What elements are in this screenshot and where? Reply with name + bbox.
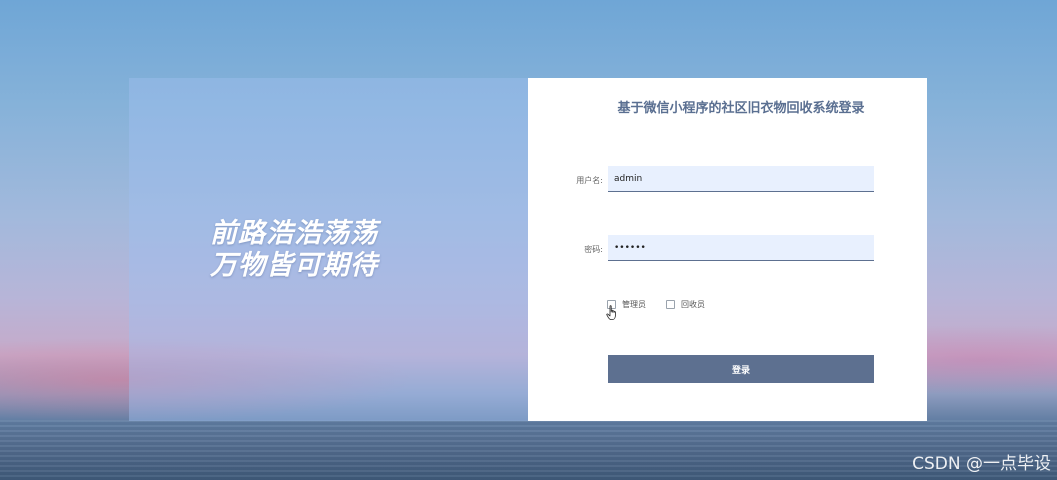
password-input[interactable]: [608, 235, 874, 261]
slogan-line-1: 前路浩浩荡荡: [210, 218, 378, 249]
slogan-line-2: 万物皆可期待: [210, 250, 378, 281]
role-recycler-label: 回收员: [681, 300, 705, 309]
watermark: CSDN @一点毕设: [912, 454, 1051, 474]
login-button[interactable]: 登录: [608, 355, 874, 383]
slogan: 前路浩浩荡荡 万物皆可期待: [210, 218, 378, 282]
login-title: 基于微信小程序的社区旧衣物回收系统登录: [617, 101, 865, 116]
password-label: 密码:: [584, 245, 603, 254]
role-admin-label: 管理员: [622, 300, 646, 309]
username-input[interactable]: [608, 166, 874, 192]
role-recycler[interactable]: 回收员: [666, 299, 705, 310]
username-label: 用户名:: [576, 176, 603, 185]
hand-pointer-icon: [606, 305, 616, 320]
role-selector: 管理员 回收员: [607, 299, 725, 310]
role-recycler-checkbox[interactable]: [666, 300, 675, 309]
